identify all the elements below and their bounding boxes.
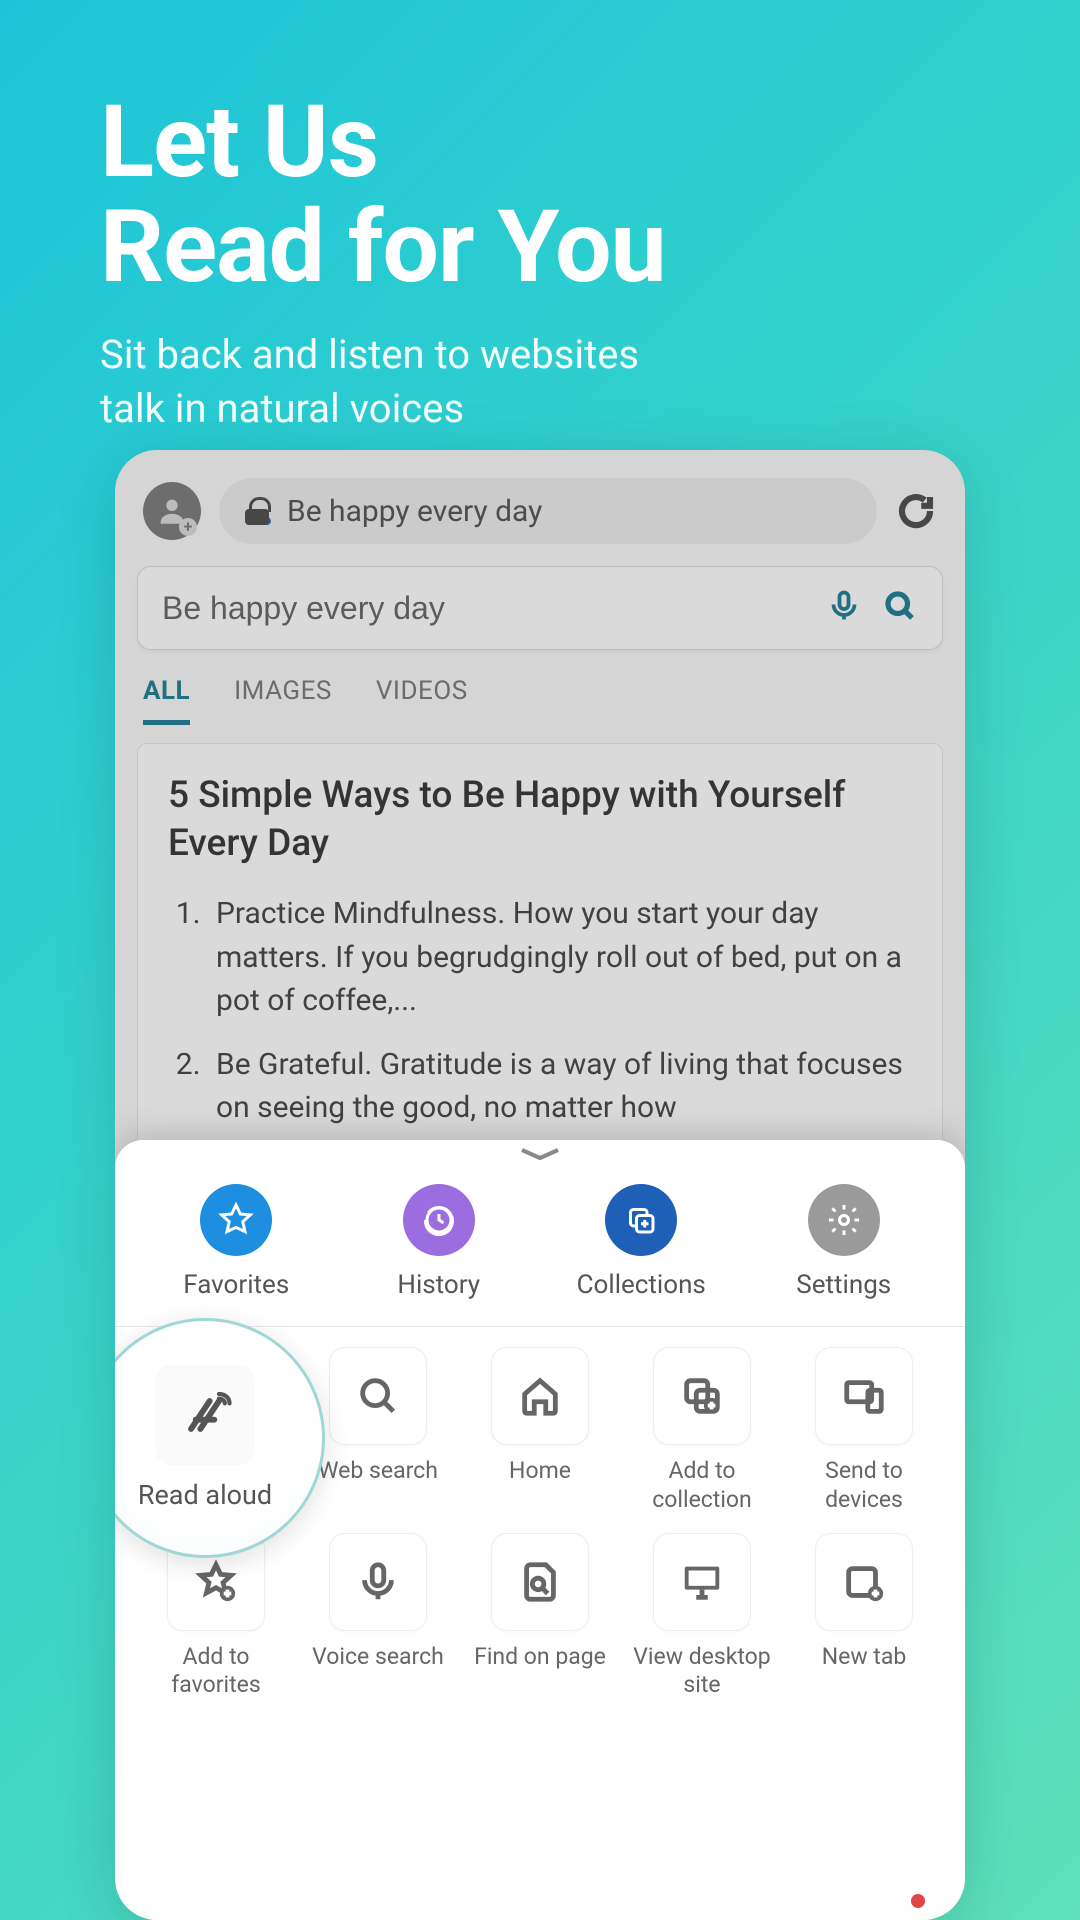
settings-button[interactable]: Settings <box>759 1184 929 1300</box>
voice-search-button[interactable]: Voice search <box>303 1533 453 1701</box>
history-button[interactable]: History <box>354 1184 524 1300</box>
add-collection-icon <box>653 1347 751 1445</box>
hero-title: Let Us Read for You <box>100 90 980 300</box>
collections-button[interactable]: Collections <box>556 1184 726 1300</box>
collections-icon <box>605 1184 677 1256</box>
read-aloud-icon <box>155 1365 255 1465</box>
read-aloud-label: Read aloud <box>138 1479 272 1511</box>
promo-hero: Let Us Read for You Sit back and listen … <box>0 0 1080 476</box>
tab-images[interactable]: IMAGES <box>234 676 332 725</box>
sheet-row-top: Favorites History Collections Settings <box>115 1158 965 1326</box>
new-tab-button[interactable]: New tab <box>789 1533 939 1701</box>
mic-icon[interactable] <box>826 588 862 628</box>
add-collection-button[interactable]: Add to collection <box>627 1347 777 1515</box>
result-title: 5 Simple Ways to Be Happy with Yourself … <box>168 772 912 868</box>
result-item: Be Grateful. Gratitude is a way of livin… <box>208 1043 912 1130</box>
notification-dot-icon <box>911 1894 925 1908</box>
reload-button[interactable] <box>895 490 937 532</box>
home-icon <box>491 1347 589 1445</box>
bottom-sheet: Favorites History Collections Settings <box>115 1140 965 1920</box>
mic-icon <box>329 1533 427 1631</box>
find-on-page-button[interactable]: Find on page <box>465 1533 615 1701</box>
result-card[interactable]: 5 Simple Ways to Be Happy with Yourself … <box>137 743 943 1179</box>
lock-icon <box>245 497 269 525</box>
hero-subtitle: Sit back and listen to websites talk in … <box>100 328 980 436</box>
history-icon <box>403 1184 475 1256</box>
search-input[interactable] <box>162 590 806 627</box>
desktop-site-button[interactable]: View desktop site <box>627 1533 777 1701</box>
find-icon <box>491 1533 589 1631</box>
home-button[interactable]: Home <box>465 1347 615 1515</box>
send-devices-button[interactable]: Send to devices <box>789 1347 939 1515</box>
tab-videos[interactable]: VIDEOS <box>376 676 468 725</box>
desktop-icon <box>653 1533 751 1631</box>
result-list: Practice Mindfulness. How you start your… <box>168 892 912 1130</box>
add-favorites-button[interactable]: Add to favorites <box>141 1533 291 1701</box>
search-icon <box>329 1347 427 1445</box>
address-text: Be happy every day <box>287 494 542 529</box>
search-bar[interactable] <box>137 566 943 650</box>
favorites-button[interactable]: Favorites <box>151 1184 321 1300</box>
star-icon <box>200 1184 272 1256</box>
gear-icon <box>808 1184 880 1256</box>
browser-topbar: + Be happy every day <box>115 450 965 556</box>
tab-all[interactable]: ALL <box>143 676 190 725</box>
devices-icon <box>815 1347 913 1445</box>
address-bar[interactable]: Be happy every day <box>219 478 877 544</box>
web-search-button[interactable]: Web search <box>303 1347 453 1515</box>
result-item: Practice Mindfulness. How you start your… <box>208 892 912 1023</box>
profile-avatar[interactable]: + <box>143 482 201 540</box>
result-tabs: ALL IMAGES VIDEOS <box>115 650 965 725</box>
add-profile-icon: + <box>179 518 197 536</box>
search-icon[interactable] <box>882 588 918 628</box>
phone-mockup: + Be happy every day ALL IMAGES VIDEOS 5… <box>115 450 965 1920</box>
new-tab-icon <box>815 1533 913 1631</box>
sheet-grabber[interactable] <box>515 1150 565 1158</box>
